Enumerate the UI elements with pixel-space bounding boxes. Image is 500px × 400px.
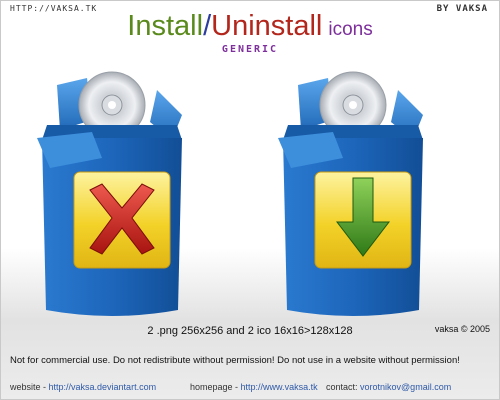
copyright-text: vaksa © 2005 [434, 324, 490, 334]
homepage-link[interactable]: http://www.vaksa.tk [241, 382, 318, 392]
uninstall-box-icon [32, 60, 192, 320]
page-title: Install/Uninstall icons [0, 10, 500, 43]
footer-homepage-label: homepage - [190, 382, 241, 392]
title-uninstall: Uninstall [211, 10, 323, 42]
page-subtitle: GENERIC [221, 44, 279, 55]
footer-website: website - http://vaksa.deviantart.com [10, 382, 156, 392]
title-install: Install [127, 10, 204, 42]
footer-contact: contact: vorotnikov@gmail.com [326, 382, 451, 392]
footer-website-label: website - [10, 382, 49, 392]
footer-contact-label: contact: [326, 382, 361, 392]
title-icons: icons [328, 19, 373, 40]
install-box-icon [273, 60, 433, 320]
footer-homepage: homepage - http://www.vaksa.tk [190, 382, 318, 392]
website-link[interactable]: http://vaksa.deviantart.com [49, 382, 157, 392]
contact-email-link[interactable]: vorotnikov@gmail.com [360, 382, 451, 392]
license-notice: Not for commercial use. Do not redistrib… [10, 355, 460, 366]
specs-text: 2 .png 256x256 and 2 ico 16x16>128x128 [147, 325, 353, 337]
title-slash: / [203, 10, 212, 42]
